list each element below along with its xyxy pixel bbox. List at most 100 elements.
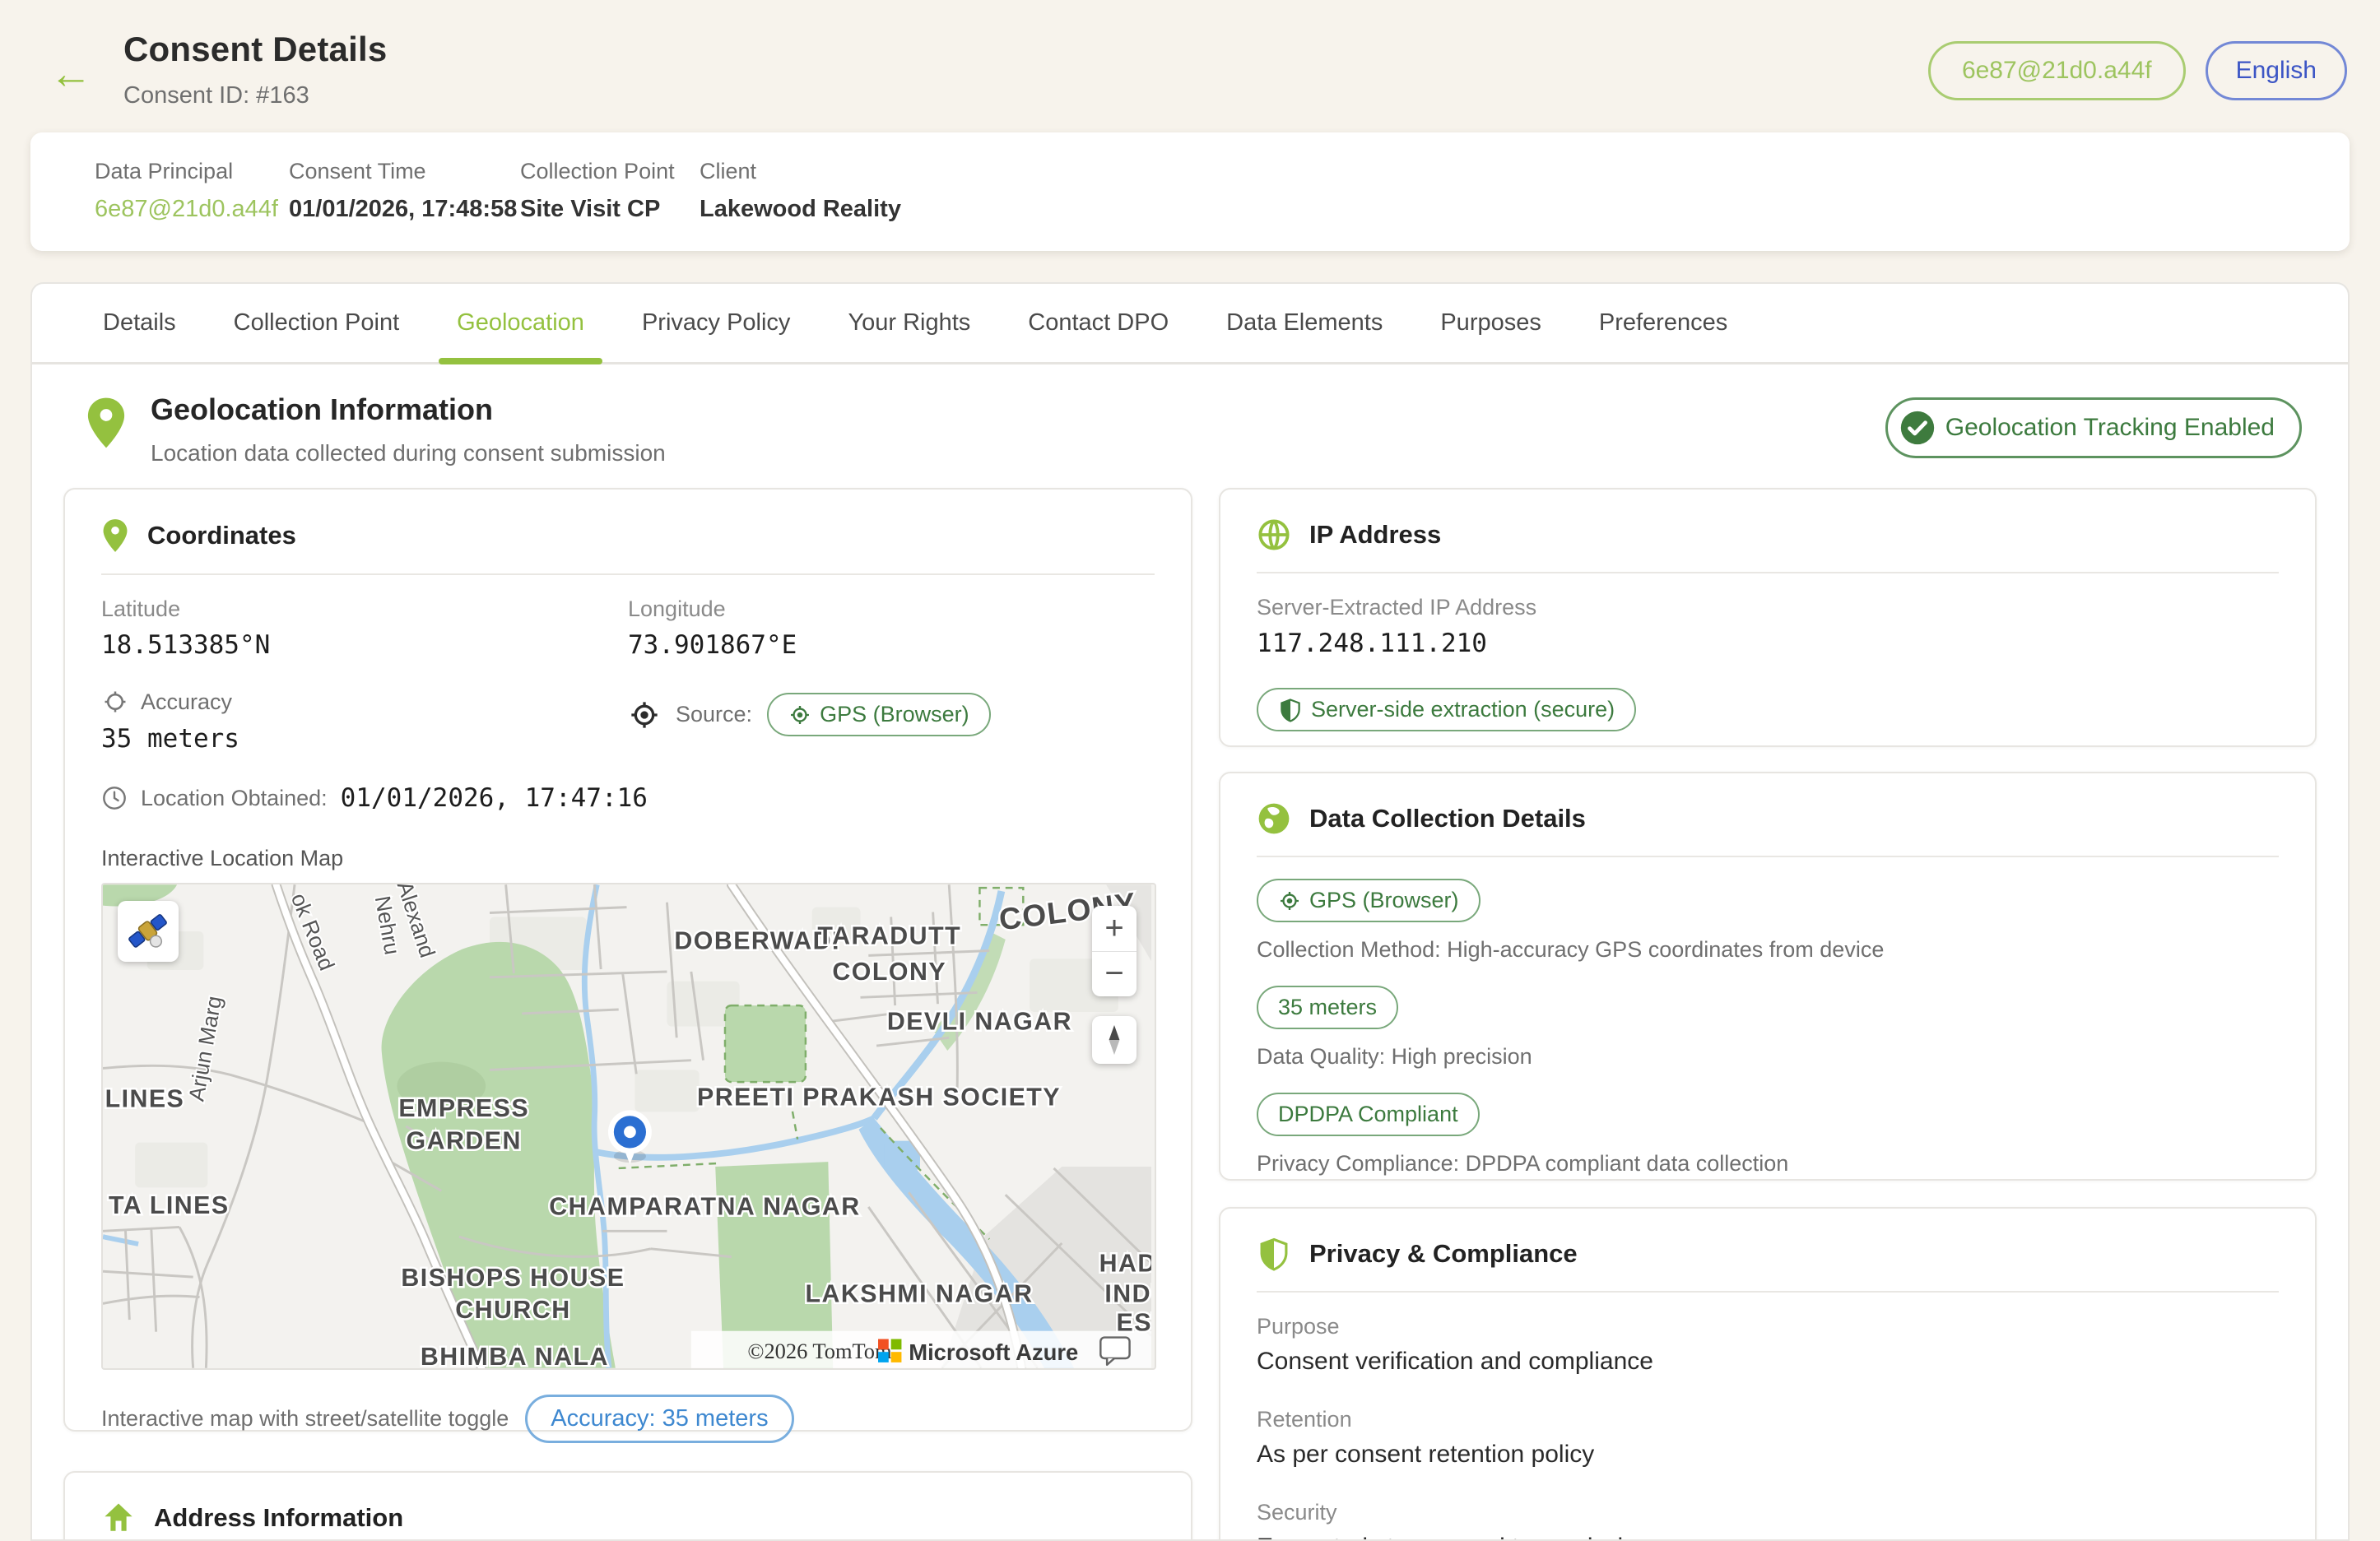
card-title: Privacy & Compliance (1309, 1239, 1578, 1269)
summary-data-principal: Data Principal 6e87@21d0.a44f (95, 159, 289, 221)
tab-bar: Details Collection Point Geolocation Pri… (32, 284, 2348, 364)
map-label: EMPRESS (398, 1095, 529, 1122)
ip-address-card: IP Address Server-Extracted IP Address 1… (1219, 488, 2317, 747)
obtained-label: Location Obtained: (141, 786, 328, 811)
privacy-compliance-card: Privacy & Compliance Purpose Consent ver… (1219, 1207, 2317, 1541)
dpdpa-label: DPDPA Compliant (1278, 1102, 1458, 1127)
zoom-out-button[interactable]: − (1092, 952, 1137, 997)
tab-preferences[interactable]: Preferences (1581, 284, 1745, 362)
zoom-in-button[interactable]: + (1092, 906, 1137, 952)
consent-summary-bar: Data Principal 6e87@21d0.a44f Consent Ti… (30, 132, 2350, 251)
map-label: INDU (1104, 1280, 1151, 1307)
tracking-status-badge: Geolocation Tracking Enabled (1885, 397, 2302, 458)
latitude-value: 18.513385°N (101, 630, 628, 660)
accuracy-value: 35 meters (101, 724, 628, 754)
tab-purposes[interactable]: Purposes (1422, 284, 1560, 362)
tab-data-elements[interactable]: Data Elements (1208, 284, 1401, 362)
user-id-badge: 6e87@21d0.a44f (1928, 41, 2186, 100)
summary-value: 6e87@21d0.a44f (95, 196, 289, 223)
tab-collection-point[interactable]: Collection Point (216, 284, 418, 362)
map-label: LAKSHMI NAGAR (805, 1280, 1033, 1307)
summary-label: Data Principal (95, 159, 289, 184)
purpose-value: Consent verification and compliance (1257, 1348, 2279, 1376)
tab-geolocation[interactable]: Geolocation (439, 284, 602, 362)
card-title: Data Collection Details (1309, 804, 1586, 833)
map-accuracy-badge: Accuracy: 35 meters (525, 1395, 793, 1443)
map-pin-icon (101, 518, 129, 554)
tab-details[interactable]: Details (85, 284, 194, 362)
gps-source-label: GPS (Browser) (820, 702, 969, 727)
azure-attribution: Microsoft Azure (909, 1339, 1078, 1365)
server-extraction-label: Server-side extraction (secure) (1311, 697, 1615, 722)
map-canvas[interactable]: COLONY DOBERWADI TARADUTT COLONY DEVLI N… (103, 884, 1151, 1368)
tab-privacy-policy[interactable]: Privacy Policy (624, 284, 809, 362)
map-label: PREETI PRAKASH SOCIETY (697, 1084, 1061, 1112)
language-button[interactable]: English (2206, 41, 2347, 100)
consent-id: Consent ID: #163 (123, 82, 387, 109)
compass-needle-icon (1105, 1025, 1123, 1055)
map-title: Interactive Location Map (101, 846, 1155, 871)
accuracy-meters-badge: 35 meters (1257, 986, 1398, 1029)
location-marker (608, 1110, 652, 1164)
gps-method-badge: GPS (Browser) (1257, 879, 1481, 922)
data-collection-card: Data Collection Details GPS (Browser) Co… (1219, 772, 2317, 1181)
longitude-label: Longitude (628, 596, 1155, 622)
accuracy-label: Accuracy (141, 689, 232, 715)
tab-contact-dpo[interactable]: Contact DPO (1010, 284, 1187, 362)
map-label: COLONY (832, 958, 946, 986)
back-arrow-icon[interactable]: ← (49, 53, 92, 95)
summary-consent-time: Consent Time 01/01/2026, 17:48:58 (289, 159, 520, 221)
clock-icon (101, 785, 128, 811)
longitude-value: 73.901867°E (628, 630, 1155, 660)
location-obtained-field: Location Obtained: 01/01/2026, 17:47:16 (101, 783, 1155, 813)
retention-label: Retention (1257, 1407, 2279, 1432)
security-value: Encrypted storage and transmission (1257, 1534, 2279, 1541)
map-label: DEVLI NAGAR (887, 1008, 1072, 1035)
accuracy-field: Accuracy 35 meters (101, 688, 628, 783)
summary-value: Lakewood Reality (700, 196, 901, 223)
card-title: Coordinates (147, 521, 296, 550)
map-label: DOBERWADI (674, 928, 839, 955)
house-icon (101, 1501, 136, 1535)
security-label: Security (1257, 1500, 2279, 1525)
card-title: Address Information (154, 1503, 403, 1533)
page-title: Consent Details (123, 30, 387, 69)
compass-button[interactable] (1092, 1016, 1137, 1064)
server-extraction-badge: Server-side extraction (secure) (1257, 688, 1636, 731)
globe-filled-icon (1257, 801, 1291, 836)
map-label: GARDEN (407, 1127, 522, 1154)
satellite-icon (127, 910, 170, 953)
map-label: LINES (105, 1085, 185, 1112)
consent-detail-panel: Details Collection Point Geolocation Pri… (30, 282, 2350, 1541)
section-subtitle: Location data collected during consent s… (151, 440, 666, 466)
gps-method-label: GPS (Browser) (1309, 888, 1459, 913)
map-zoom-controls: + − (1092, 906, 1137, 996)
tab-your-rights[interactable]: Your Rights (830, 284, 988, 362)
tracking-status-label: Geolocation Tracking Enabled (1945, 414, 2275, 442)
crosshair-icon (1278, 889, 1301, 912)
latitude-field: Latitude 18.513385°N (101, 596, 628, 660)
summary-value: 01/01/2026, 17:48:58 (289, 196, 520, 223)
summary-value: Site Visit CP (520, 196, 700, 223)
crosshair-icon (788, 703, 811, 726)
longitude-field: Longitude 73.901867°E (628, 596, 1155, 660)
shield-icon (1257, 1237, 1291, 1271)
geolocation-section-header: Geolocation Information Location data co… (32, 364, 2348, 466)
summary-label: Consent Time (289, 159, 520, 184)
check-circle-icon (1899, 410, 1936, 446)
map-label: TA LINES (109, 1192, 230, 1219)
data-quality-text: Data Quality: High precision (1257, 1044, 2279, 1070)
source-label: Source: (676, 702, 752, 727)
interactive-map[interactable]: COLONY DOBERWADI TARADUTT COLONY DEVLI N… (101, 883, 1156, 1370)
map-label: BHIMBA NALA (421, 1344, 609, 1368)
shield-icon (1278, 698, 1303, 722)
obtained-value: 01/01/2026, 17:47:16 (341, 783, 648, 813)
map-label: CHURCH (455, 1297, 570, 1324)
map-pin-icon (85, 396, 128, 450)
ip-label: Server-Extracted IP Address (1257, 595, 2279, 620)
collection-method-text: Collection Method: High-accuracy GPS coo… (1257, 937, 2279, 963)
satellite-toggle-button[interactable] (118, 901, 179, 962)
summary-client: Client Lakewood Reality (700, 159, 901, 221)
map-label: HADA (1099, 1250, 1151, 1277)
gps-target-icon (101, 688, 129, 716)
